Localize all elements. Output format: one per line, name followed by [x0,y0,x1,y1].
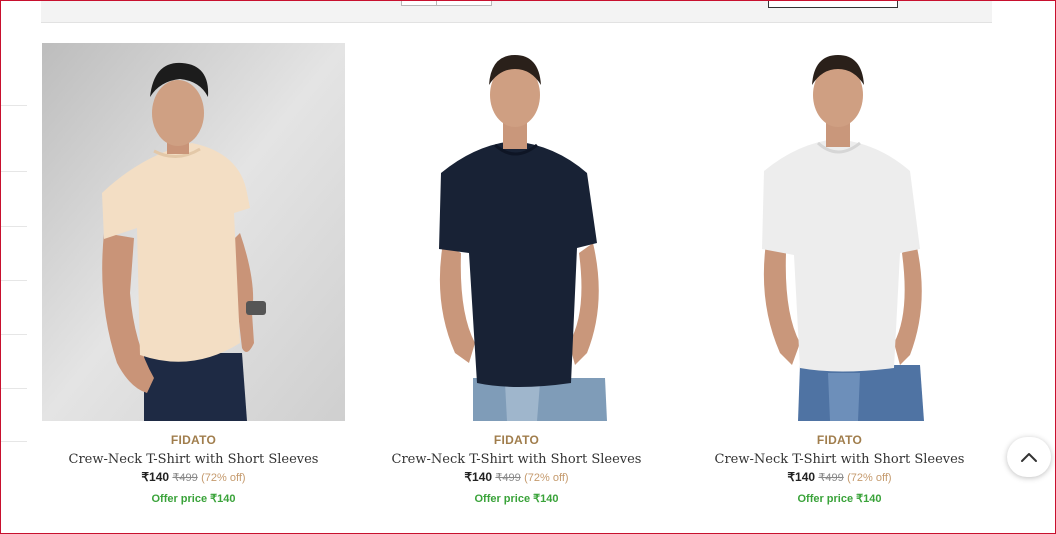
product-title[interactable]: Crew-Neck T-Shirt with Short Sleeves [688,452,991,467]
product-price: ₹140 [787,470,816,484]
product-brand: FIDATO [493,433,540,447]
product-price: ₹140 [464,470,493,484]
offer-price: Offer price ₹140 [151,493,236,505]
product-discount: (72% off) [524,472,569,484]
product-discount: (72% off) [847,472,892,484]
page-frame: FIDATO Crew-Neck T-Shirt with Short Slee… [0,0,1056,534]
view-toggle-left[interactable] [401,1,437,6]
product-mrp: ₹499 [172,472,198,484]
product-brand: FIDATO [170,433,217,447]
product-grid: FIDATO Crew-Neck T-Shirt with Short Slee… [42,43,1012,505]
filter-bar [41,1,992,23]
product-title[interactable]: Crew-Neck T-Shirt with Short Sleeves [365,452,668,467]
chevron-up-icon [1021,453,1037,462]
product-price: ₹140 [141,470,170,484]
sidebar-divider [1,105,27,106]
product-image[interactable] [42,43,345,421]
scroll-to-top-button[interactable] [1007,437,1051,477]
product-brand: FIDATO [816,433,863,447]
offer-price: Offer price ₹140 [474,493,559,505]
sort-dropdown[interactable] [768,1,898,8]
product-card[interactable]: FIDATO Crew-Neck T-Shirt with Short Slee… [42,43,345,505]
sidebar-divider [1,441,27,442]
product-mrp: ₹499 [818,472,844,484]
sidebar-divider [1,388,27,389]
sidebar-divider [1,226,27,227]
product-card[interactable]: FIDATO Crew-Neck T-Shirt with Short Slee… [365,43,668,505]
price-row: ₹140 ₹499 (72% off) [688,470,991,484]
sidebar-divider [1,334,27,335]
price-row: ₹140 ₹499 (72% off) [365,470,668,484]
product-image[interactable] [365,43,668,421]
product-mrp: ₹499 [495,472,521,484]
sidebar-divider [1,280,27,281]
product-card[interactable]: FIDATO Crew-Neck T-Shirt with Short Slee… [688,43,991,505]
product-title[interactable]: Crew-Neck T-Shirt with Short Sleeves [42,452,345,467]
offer-price: Offer price ₹140 [797,493,882,505]
product-discount: (72% off) [201,472,246,484]
sidebar-divider [1,171,27,172]
product-image[interactable] [688,43,991,421]
price-row: ₹140 ₹499 (72% off) [42,470,345,484]
view-toggle-right[interactable] [436,1,492,6]
